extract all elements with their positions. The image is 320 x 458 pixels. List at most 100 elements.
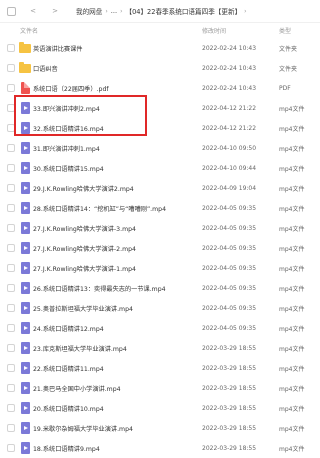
file-name[interactable]: 口语纠音 [33, 64, 58, 73]
column-name-header[interactable]: 文件名 [20, 26, 38, 35]
file-row[interactable]: 口语纠音 2022-02-24 10:43 文件夹 [0, 58, 320, 78]
file-row[interactable]: 32.系统口语精讲16.mp4 2022-04-12 21:22 mp4文件 [0, 118, 320, 138]
file-type: mp4文件 [279, 145, 305, 153]
file-row[interactable]: 18.系统口语精讲9.mp4 2022-03-29 18:55 mp4文件 [0, 438, 320, 458]
file-date: 2022-04-05 09:35 [202, 304, 257, 312]
row-checkbox[interactable] [7, 324, 15, 332]
file-name[interactable]: 33.即兴演讲冲刺2.mp4 [33, 104, 100, 113]
file-name[interactable]: 英语演讲比赛课件 [33, 44, 83, 53]
file-name[interactable]: 21.奥巴马全国中小学演讲.mp4 [33, 384, 121, 393]
file-name[interactable]: 27.J.K.Rowling哈佛大学演讲-1.mp4 [33, 264, 136, 273]
row-checkbox[interactable] [7, 84, 15, 92]
breadcrumb-root[interactable]: 我的网盘 [76, 6, 102, 16]
file-name[interactable]: 32.系统口语精讲16.mp4 [33, 124, 104, 133]
file-row[interactable]: 19.米歇尔杂姆福大学毕业演讲.mp4 2022-03-29 18:55 mp4文件 [0, 418, 320, 438]
column-type-header[interactable]: 类型 [279, 26, 291, 35]
file-date: 2022-03-29 18:55 [202, 404, 257, 412]
file-name[interactable]: 30.系统口语精讲15.mp4 [33, 164, 104, 173]
row-checkbox[interactable] [7, 424, 15, 432]
mp4-icon [19, 302, 31, 314]
file-row[interactable]: 23.库克斯坦福大学毕业演讲.mp4 2022-03-29 18:55 mp4文件 [0, 338, 320, 358]
file-date: 2022-04-10 09:44 [202, 164, 257, 172]
row-checkbox[interactable] [7, 264, 15, 272]
mp4-icon [19, 362, 31, 374]
file-row[interactable]: 27.J.K.Rowling哈佛大学演讲-2.mp4 2022-04-05 09:… [0, 238, 320, 258]
file-type: mp4文件 [279, 425, 305, 433]
row-checkbox[interactable] [7, 164, 15, 172]
file-type: mp4文件 [279, 405, 305, 413]
file-row[interactable]: 系统口语（22届四季）.pdf 2022-02-24 10:43 PDF [0, 78, 320, 98]
file-date: 2022-02-24 10:43 [202, 84, 257, 92]
file-name[interactable]: 31.即兴演讲冲刺1.mp4 [33, 144, 100, 153]
file-row[interactable]: 27.J.K.Rowling哈佛大学演讲-1.mp4 2022-04-05 09:… [0, 258, 320, 278]
forward-icon[interactable]: > [50, 7, 60, 15]
row-checkbox[interactable] [7, 44, 15, 52]
file-type: 文件夹 [279, 45, 298, 53]
row-checkbox[interactable] [7, 244, 15, 252]
mp4-icon [19, 262, 31, 274]
file-name[interactable]: 27.J.K.Rowling哈佛大学演讲-2.mp4 [33, 244, 136, 253]
file-row[interactable]: 31.即兴演讲冲刺1.mp4 2022-04-10 09:50 mp4文件 [0, 138, 320, 158]
file-row[interactable]: 21.奥巴马全国中小学演讲.mp4 2022-03-29 18:55 mp4文件 [0, 378, 320, 398]
file-name[interactable]: 23.库克斯坦福大学毕业演讲.mp4 [33, 344, 127, 353]
file-type: mp4文件 [279, 125, 305, 133]
file-row[interactable]: 英语演讲比赛课件 2022-02-24 10:43 文件夹 [0, 38, 320, 58]
file-name[interactable]: 26.系统口语精讲13：奕得最失志的一节课.mp4 [33, 284, 166, 293]
file-date: 2022-04-12 21:22 [202, 124, 257, 132]
file-name[interactable]: 19.米歇尔杂姆福大学毕业演讲.mp4 [33, 424, 133, 433]
breadcrumb-ellipsis[interactable]: ... [111, 7, 117, 15]
file-type: mp4文件 [279, 285, 305, 293]
file-name[interactable]: 27.J.K.Rowling哈佛大学演讲-3.mp4 [33, 224, 136, 233]
file-name[interactable]: 28.系统口语精讲14：“挖机缸”与“嘈嘈刚”.mp4 [33, 204, 166, 213]
breadcrumb-separator-icon: › [120, 7, 123, 15]
select-all-checkbox[interactable] [7, 6, 16, 16]
file-row[interactable]: 24.系统口语精讲12.mp4 2022-04-05 09:35 mp4文件 [0, 318, 320, 338]
file-date: 2022-03-29 18:55 [202, 444, 257, 452]
row-checkbox[interactable] [7, 344, 15, 352]
row-checkbox[interactable] [7, 384, 15, 392]
row-checkbox[interactable] [7, 224, 15, 232]
file-row[interactable]: 29.J.K.Rowling哈佛大学演讲2.mp4 2022-04-09 19:0… [0, 178, 320, 198]
mp4-icon [19, 402, 31, 414]
row-checkbox[interactable] [7, 124, 15, 132]
row-checkbox[interactable] [7, 444, 15, 452]
pdf-icon [19, 82, 31, 94]
row-checkbox[interactable] [7, 104, 15, 112]
mp4-icon [19, 202, 31, 214]
file-row[interactable]: 25.奥普拉斯坦福大学毕业演讲.mp4 2022-04-05 09:35 mp4文件 [0, 298, 320, 318]
breadcrumb-separator-icon: › [105, 7, 108, 15]
mp4-icon [19, 142, 31, 154]
row-checkbox[interactable] [7, 204, 15, 212]
file-row[interactable]: 30.系统口语精讲15.mp4 2022-04-10 09:44 mp4文件 [0, 158, 320, 178]
row-checkbox[interactable] [7, 304, 15, 312]
back-icon[interactable]: < [28, 7, 38, 15]
file-name[interactable]: 系统口语（22届四季）.pdf [33, 84, 109, 93]
file-type: mp4文件 [279, 305, 305, 313]
mp4-icon [19, 222, 31, 234]
file-name[interactable]: 18.系统口语精讲9.mp4 [33, 444, 100, 453]
file-row[interactable]: 22.系统口语精讲11.mp4 2022-03-29 18:55 mp4文件 [0, 358, 320, 378]
file-name[interactable]: 25.奥普拉斯坦福大学毕业演讲.mp4 [33, 304, 133, 313]
mp4-icon [19, 122, 31, 134]
file-date: 2022-04-05 09:35 [202, 324, 257, 332]
row-checkbox[interactable] [7, 184, 15, 192]
file-row[interactable]: 26.系统口语精讲13：奕得最失志的一节课.mp4 2022-04-05 09:3… [0, 278, 320, 298]
mp4-icon [19, 322, 31, 334]
row-checkbox[interactable] [7, 64, 15, 72]
file-type: PDF [279, 84, 291, 92]
row-checkbox[interactable] [7, 404, 15, 412]
file-name[interactable]: 20.系统口语精讲10.mp4 [33, 404, 104, 413]
row-checkbox[interactable] [7, 144, 15, 152]
file-row[interactable]: 33.即兴演讲冲刺2.mp4 2022-04-12 21:22 mp4文件 [0, 98, 320, 118]
file-name[interactable]: 22.系统口语精讲11.mp4 [33, 364, 104, 373]
file-name[interactable]: 24.系统口语精讲12.mp4 [33, 324, 104, 333]
column-date-header[interactable]: 修改时间 [202, 26, 226, 35]
row-checkbox[interactable] [7, 364, 15, 372]
file-row[interactable]: 28.系统口语精讲14：“挖机缸”与“嘈嘈刚”.mp4 2022-04-05 09… [0, 198, 320, 218]
file-row[interactable]: 27.J.K.Rowling哈佛大学演讲-3.mp4 2022-04-05 09:… [0, 218, 320, 238]
mp4-icon [19, 342, 31, 354]
row-checkbox[interactable] [7, 284, 15, 292]
file-name[interactable]: 29.J.K.Rowling哈佛大学演讲2.mp4 [33, 184, 134, 193]
file-date: 2022-04-10 09:50 [202, 144, 257, 152]
file-row[interactable]: 20.系统口语精讲10.mp4 2022-03-29 18:55 mp4文件 [0, 398, 320, 418]
